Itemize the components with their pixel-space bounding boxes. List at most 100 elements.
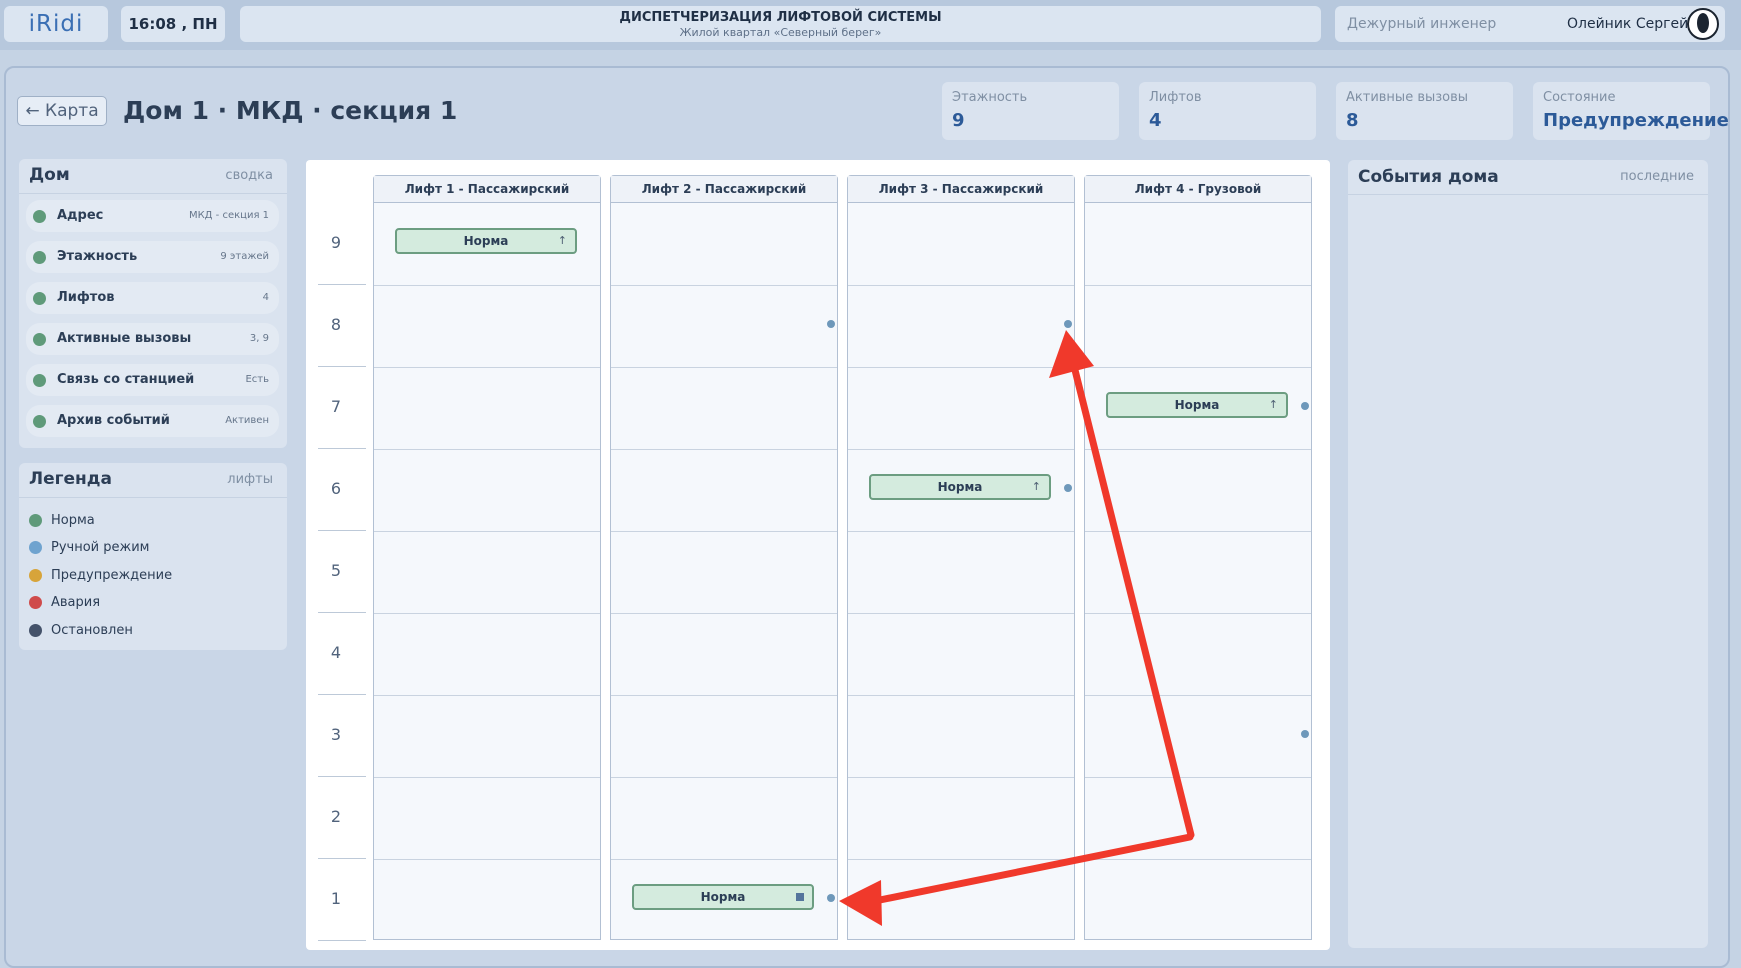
stat-state: Состояние Предупреждение	[1533, 82, 1729, 140]
floor-cell-line	[374, 613, 600, 614]
elevator-car[interactable]: Норма	[632, 884, 814, 910]
legend-label: Норма	[51, 513, 95, 528]
system-title: ДИСПЕТЧЕРИЗАЦИЯ ЛИФТОВОЙ СИСТЕМЫ	[619, 10, 942, 25]
stat-value: 4	[1149, 110, 1162, 131]
floor-number: 9	[330, 233, 342, 252]
floor-separator	[318, 694, 366, 695]
floor-separator	[318, 940, 366, 941]
floor-cell-line	[1085, 285, 1311, 286]
floor-separator	[318, 284, 366, 285]
floor-call-dot[interactable]	[827, 894, 835, 902]
legend-dot-icon	[29, 596, 42, 609]
floor-separator	[318, 776, 366, 777]
floor-cell-line	[848, 367, 1074, 368]
status-dot-icon	[33, 333, 46, 346]
events-title: События дома	[1358, 167, 1499, 187]
stat-elevators: Лифтов 4	[1139, 82, 1316, 140]
avatar-icon[interactable]	[1687, 8, 1719, 40]
divider	[19, 193, 287, 194]
legend-title: Легенда	[29, 469, 113, 489]
floor-call-dot[interactable]	[1064, 320, 1072, 328]
direction-up-icon: ↑	[1031, 480, 1041, 493]
user-role: Дежурный инженер	[1347, 16, 1497, 32]
direction-up-icon: ↑	[1268, 398, 1278, 411]
stat-value: 8	[1346, 110, 1359, 131]
floor-cell-line	[374, 695, 600, 696]
legend-aside: лифты	[227, 472, 273, 487]
events-aside: последние	[1620, 169, 1694, 184]
legend-panel: Легенда лифты Норма Ручной режим Предупр…	[19, 463, 287, 650]
elevator-shaft-1: Лифт 1 - Пассажирский Норма ↑	[373, 175, 601, 940]
floor-separator	[318, 530, 366, 531]
floor-cell-line	[848, 859, 1074, 860]
floor-number: 2	[330, 807, 342, 826]
floor-cell-line	[1085, 695, 1311, 696]
status-dot-icon	[33, 292, 46, 305]
divider	[19, 497, 287, 498]
legend-dot-icon	[29, 514, 42, 527]
floor-cell-line	[848, 285, 1074, 286]
info-row-event-archive[interactable]: Архив событий Активен	[26, 405, 279, 437]
info-row-value: 3, 9	[249, 333, 269, 344]
floor-cell-line	[1085, 777, 1311, 778]
floor-cell-line	[848, 777, 1074, 778]
divider	[1348, 194, 1708, 195]
legend-label: Остановлен	[51, 623, 133, 638]
house-panel: Дом сводка Адрес МКД - секция 1 Этажност…	[19, 159, 287, 448]
events-panel: События дома последние	[1348, 160, 1708, 948]
floor-cell-line	[611, 777, 837, 778]
floor-number: 7	[330, 397, 342, 416]
info-row-floors[interactable]: Этажность 9 этажей	[26, 241, 279, 273]
floor-separator	[318, 366, 366, 367]
house-panel-title: Дом	[29, 165, 70, 185]
info-row-label: Этажность	[57, 249, 138, 264]
floor-call-dot[interactable]	[1301, 402, 1309, 410]
elevator-name: Лифт 1 - Пассажирский	[374, 176, 600, 203]
info-row-value: МКД - секция 1	[188, 210, 269, 221]
elevator-name: Лифт 4 - Грузовой	[1085, 176, 1311, 203]
elevator-status-label: Норма	[463, 234, 509, 248]
elevator-status-label: Норма	[700, 890, 746, 904]
floor-call-dot[interactable]	[1064, 484, 1072, 492]
info-row-value: 4	[262, 292, 269, 303]
floor-cell-line	[1085, 531, 1311, 532]
stat-active-calls: Активные вызовы 8	[1336, 82, 1513, 140]
user-box[interactable]: Дежурный инженер Олейник Сергей	[1335, 6, 1725, 42]
elevator-status-label: Норма	[937, 480, 983, 494]
floor-cell-line	[611, 449, 837, 450]
floor-call-dot[interactable]	[827, 320, 835, 328]
floor-cell-line	[374, 367, 600, 368]
floor-cell-line	[1085, 449, 1311, 450]
legend-dot-icon	[29, 624, 42, 637]
stat-label: Активные вызовы	[1346, 90, 1469, 105]
stat-floors: Этажность 9	[942, 82, 1119, 140]
info-row-label: Лифтов	[57, 290, 115, 305]
floor-cell-line	[374, 531, 600, 532]
elevator-name: Лифт 2 - Пассажирский	[611, 176, 837, 203]
elevator-shaft-2: Лифт 2 - Пассажирский Норма	[610, 175, 838, 940]
back-to-map-button[interactable]: ← Карта	[17, 96, 107, 126]
elevator-shaft-3: Лифт 3 - Пассажирский Норма ↑	[847, 175, 1075, 940]
floor-cell-line	[374, 285, 600, 286]
info-row-elevators[interactable]: Лифтов 4	[26, 282, 279, 314]
elevator-car[interactable]: Норма ↑	[1106, 392, 1288, 418]
floor-number: 1	[330, 889, 342, 908]
info-row-active-calls[interactable]: Активные вызовы 3, 9	[26, 323, 279, 355]
floor-call-dot[interactable]	[1301, 730, 1309, 738]
stat-label: Лифтов	[1149, 90, 1202, 105]
elevator-car[interactable]: Норма ↑	[395, 228, 577, 254]
top-bar: iRidi 16:08 , ПН ДИСПЕТЧЕРИЗАЦИЯ ЛИФТОВО…	[0, 0, 1741, 50]
floor-cell-line	[374, 777, 600, 778]
floor-cell-line	[611, 367, 837, 368]
stop-square-icon	[796, 893, 804, 901]
status-dot-icon	[33, 251, 46, 264]
legend-label: Предупреждение	[51, 568, 173, 583]
elevator-shaft-4: Лифт 4 - Грузовой Норма ↑	[1084, 175, 1312, 940]
floor-cell-line	[1085, 613, 1311, 614]
elevator-car[interactable]: Норма ↑	[869, 474, 1051, 500]
legend-label: Ручной режим	[51, 540, 150, 555]
system-title-box: ДИСПЕТЧЕРИЗАЦИЯ ЛИФТОВОЙ СИСТЕМЫ Жилой к…	[240, 6, 1321, 42]
status-dot-icon	[33, 210, 46, 223]
info-row-address[interactable]: Адрес МКД - секция 1	[26, 200, 279, 232]
info-row-station-link[interactable]: Связь со станцией Есть	[26, 364, 279, 396]
